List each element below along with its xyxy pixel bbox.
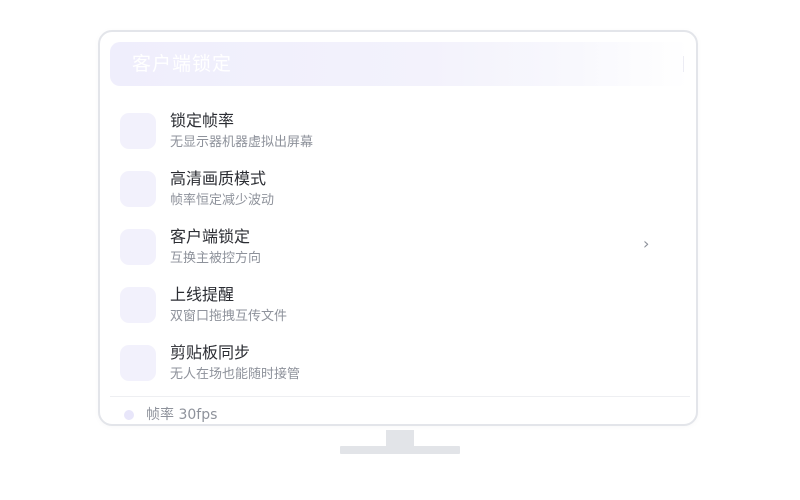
list-item-title: 上线提醒 bbox=[170, 285, 235, 304]
list-item-title: 剪贴板同步 bbox=[170, 343, 251, 362]
screen: 客户端锁定 锁定帧率 无显示器机器虚拟出屏幕 高清画质模式 帧率恒定减少波动 客… bbox=[0, 0, 800, 500]
monitor-stand-neck bbox=[386, 430, 414, 446]
list-item-subtitle: 帧率恒定减少波动 bbox=[170, 193, 275, 208]
list-item-client-lock[interactable]: 客户端锁定 互换主被控方向 › bbox=[100, 218, 696, 276]
settings-list: 锁定帧率 无显示器机器虚拟出屏幕 高清画质模式 帧率恒定减少波动 客户端锁定 互… bbox=[100, 102, 696, 392]
online-reminder-icon bbox=[120, 287, 156, 323]
header-divider bbox=[683, 56, 684, 72]
list-item-title: 客户端锁定 bbox=[170, 227, 251, 246]
list-item-clipboard-sync[interactable]: 剪贴板同步 无人在场也能随时接管 bbox=[100, 334, 696, 392]
list-item-title: 高清画质模式 bbox=[170, 169, 267, 188]
list-item-lock-fps[interactable]: 锁定帧率 无显示器机器虚拟出屏幕 bbox=[100, 102, 696, 160]
lock-fps-icon bbox=[120, 113, 156, 149]
list-item-subtitle: 双窗口拖拽互传文件 bbox=[170, 309, 288, 324]
header-bar: 客户端锁定 bbox=[110, 42, 690, 86]
chevron-right-icon[interactable]: › bbox=[643, 234, 649, 254]
footer-divider bbox=[110, 396, 690, 397]
monitor-stand-base bbox=[340, 446, 460, 454]
hd-quality-icon bbox=[120, 171, 156, 207]
list-item-title: 锁定帧率 bbox=[170, 111, 235, 130]
list-item-subtitle: 互换主被控方向 bbox=[170, 251, 262, 266]
list-item-subtitle: 无显示器机器虚拟出屏幕 bbox=[170, 135, 314, 150]
monitor-frame: 客户端锁定 锁定帧率 无显示器机器虚拟出屏幕 高清画质模式 帧率恒定减少波动 客… bbox=[98, 30, 698, 426]
list-item-online-reminder[interactable]: 上线提醒 双窗口拖拽互传文件 bbox=[100, 276, 696, 334]
list-item-hd-mode[interactable]: 高清画质模式 帧率恒定减少波动 bbox=[100, 160, 696, 218]
page-title: 客户端锁定 bbox=[132, 53, 233, 75]
client-lock-icon bbox=[120, 229, 156, 265]
clipboard-sync-icon bbox=[120, 345, 156, 381]
list-item-subtitle: 无人在场也能随时接管 bbox=[170, 367, 301, 382]
status-fps-text: 帧率 30fps bbox=[146, 407, 218, 423]
status-dot-icon bbox=[124, 410, 134, 420]
